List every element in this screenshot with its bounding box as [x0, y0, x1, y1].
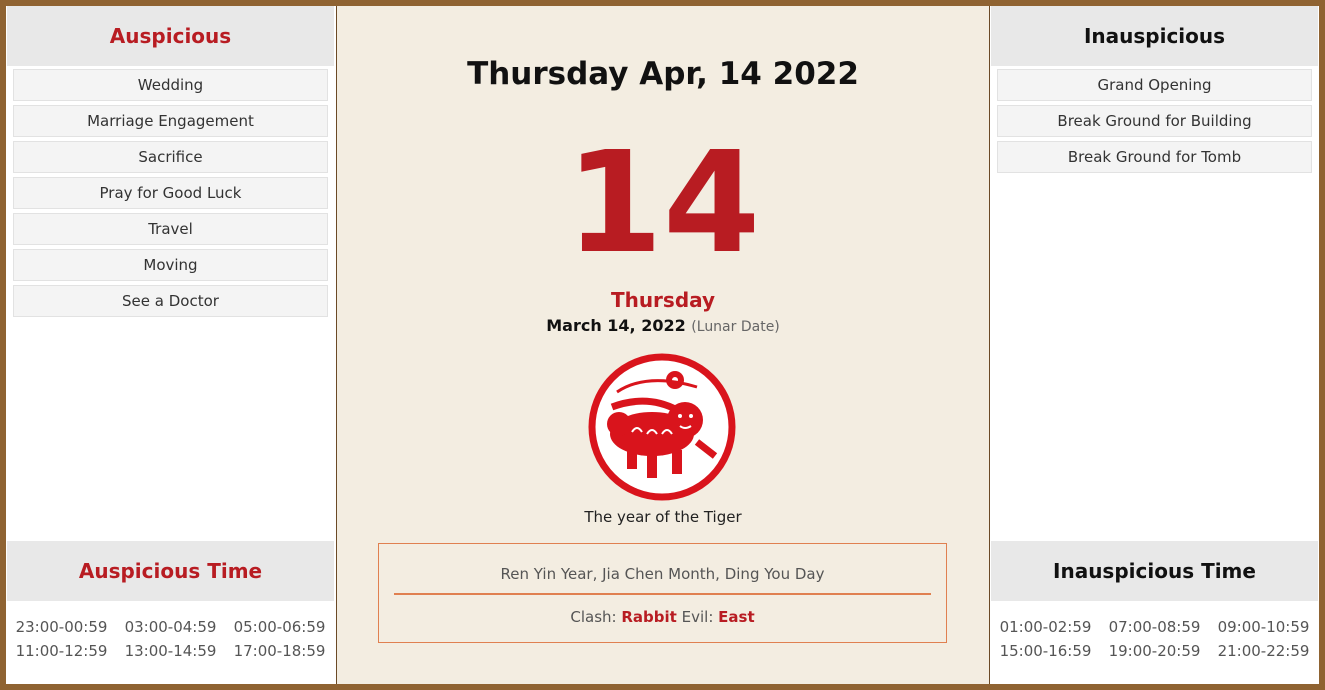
auspicious-time-grid: 23:00-00:59 03:00-04:59 05:00-06:59 11:0…	[7, 618, 334, 660]
calendar-frame: Auspicious Wedding Marriage Engagement S…	[6, 6, 1319, 684]
time-slot: 17:00-18:59	[233, 642, 326, 660]
ganzhi-text: Ren Yin Year, Jia Chen Month, Ding You D…	[500, 565, 825, 583]
time-slot: 15:00-16:59	[999, 642, 1092, 660]
auspicious-list: Wedding Marriage Engagement Sacrifice Pr…	[7, 66, 334, 317]
day-detail-column: Thursday Apr, 14 2022 14 Thursday March …	[336, 6, 990, 684]
auspicious-item[interactable]: Marriage Engagement	[13, 105, 328, 137]
time-slot: 03:00-04:59	[124, 618, 217, 636]
time-slot: 23:00-00:59	[15, 618, 108, 636]
zodiac-caption: The year of the Tiger	[584, 508, 742, 526]
auspicious-time-heading: Auspicious Time	[7, 541, 334, 601]
inauspicious-item[interactable]: Break Ground for Building	[997, 105, 1312, 137]
clash-value: Rabbit	[621, 608, 677, 626]
auspicious-column: Auspicious Wedding Marriage Engagement S…	[7, 6, 334, 684]
inauspicious-item[interactable]: Break Ground for Tomb	[997, 141, 1312, 173]
tiger-papercut-icon	[588, 353, 736, 501]
lunar-date-value: March 14, 2022	[546, 316, 686, 335]
auspicious-item[interactable]: See a Doctor	[13, 285, 328, 317]
time-slot: 09:00-10:59	[1217, 618, 1310, 636]
auspicious-heading: Auspicious	[7, 6, 334, 66]
auspicious-item[interactable]: Travel	[13, 213, 328, 245]
time-slot: 05:00-06:59	[233, 618, 326, 636]
evil-label: Evil:	[681, 608, 714, 626]
inauspicious-heading: Inauspicious	[991, 6, 1318, 66]
auspicious-item[interactable]: Moving	[13, 249, 328, 281]
inauspicious-item[interactable]: Grand Opening	[997, 69, 1312, 101]
date-title: Thursday Apr, 14 2022	[467, 56, 859, 92]
lunar-date-label: (Lunar Date)	[691, 319, 780, 335]
auspicious-item[interactable]: Pray for Good Luck	[13, 177, 328, 209]
auspicious-item[interactable]: Wedding	[13, 69, 328, 101]
lunar-date: March 14, 2022 (Lunar Date)	[337, 316, 989, 335]
inauspicious-column: Inauspicious Grand Opening Break Ground …	[991, 6, 1318, 684]
auspicious-item[interactable]: Sacrifice	[13, 141, 328, 173]
inauspicious-time-grid: 01:00-02:59 07:00-08:59 09:00-10:59 15:0…	[991, 618, 1318, 660]
time-slot: 21:00-22:59	[1217, 642, 1310, 660]
day-number: 14	[565, 122, 761, 285]
time-slot: 11:00-12:59	[15, 642, 108, 660]
evil-value: East	[718, 608, 755, 626]
weekday: Thursday	[610, 288, 716, 312]
clash-label: Clash:	[570, 608, 617, 626]
time-slot: 13:00-14:59	[124, 642, 217, 660]
inauspicious-list: Grand Opening Break Ground for Building …	[991, 66, 1318, 173]
time-slot: 19:00-20:59	[1108, 642, 1201, 660]
clash-evil-line: Clash: Rabbit Evil: East	[379, 608, 946, 626]
time-slot: 07:00-08:59	[1108, 618, 1201, 636]
inauspicious-time-heading: Inauspicious Time	[991, 541, 1318, 601]
time-slot: 01:00-02:59	[999, 618, 1092, 636]
almanac-info-box: Ren Yin Year, Jia Chen Month, Ding You D…	[378, 543, 947, 643]
info-divider	[394, 593, 931, 595]
